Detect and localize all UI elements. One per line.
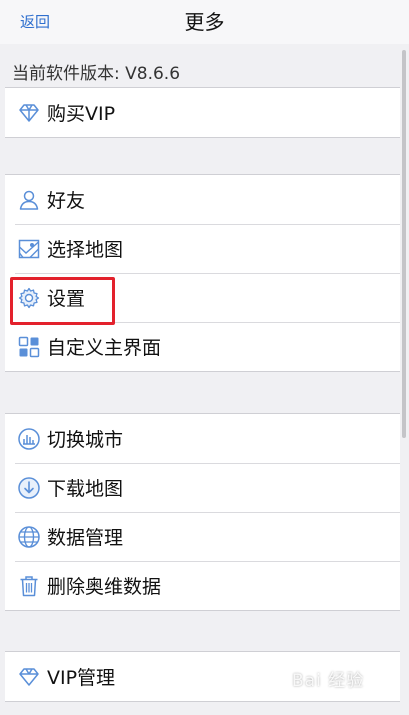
menu-item-label: VIP管理 xyxy=(47,667,116,689)
menu-item-download-map[interactable]: 下载地图 xyxy=(5,463,400,512)
user-icon xyxy=(17,188,41,212)
menu-item-label: 下载地图 xyxy=(47,478,124,500)
watermark-text: Bai 经验 xyxy=(292,671,365,691)
menu-item-label: 数据管理 xyxy=(47,527,124,549)
software-version-text: 当前软件版本: V8.6.6 xyxy=(12,64,181,84)
menu-item-data-management[interactable]: 数据管理 xyxy=(5,512,400,561)
menu-item-delete-data[interactable]: 删除奥维数据 xyxy=(5,561,400,610)
menu-item-buy-vip[interactable]: 购买VIP xyxy=(5,88,400,137)
group-vip: 购买VIP xyxy=(5,87,400,138)
diamond-icon xyxy=(17,101,41,125)
group-data: 切换城市 下载地图 数据管理 删除奥维数据 xyxy=(5,413,400,611)
menu-item-label: 购买VIP xyxy=(47,103,116,125)
download-icon xyxy=(17,476,41,500)
menu-item-label: 删除奥维数据 xyxy=(47,576,162,598)
map-icon xyxy=(17,237,41,261)
menu-item-label: 好友 xyxy=(47,190,86,212)
navigation-bar: 返回 更多 xyxy=(0,0,409,44)
menu-item-label: 选择地图 xyxy=(47,239,124,261)
menu-item-label: 自定义主界面 xyxy=(47,337,162,359)
settings-highlight-box xyxy=(10,277,115,325)
globe-icon xyxy=(17,525,41,549)
menu-item-label: 切换城市 xyxy=(47,429,124,451)
menu-item-customize-home[interactable]: 自定义主界面 xyxy=(5,322,400,371)
menu-item-switch-city[interactable]: 切换城市 xyxy=(5,414,400,463)
grid-icon xyxy=(17,335,41,359)
scrollbar[interactable] xyxy=(402,50,406,438)
menu-item-friends[interactable]: 好友 xyxy=(5,175,400,224)
city-icon xyxy=(17,427,41,451)
page-title: 更多 xyxy=(184,10,225,34)
trash-icon xyxy=(17,574,41,598)
menu-item-select-map[interactable]: 选择地图 xyxy=(5,224,400,273)
vip-diamond-icon xyxy=(17,665,41,689)
group-general: 好友 选择地图 设置 自定义主界面 xyxy=(5,174,400,372)
